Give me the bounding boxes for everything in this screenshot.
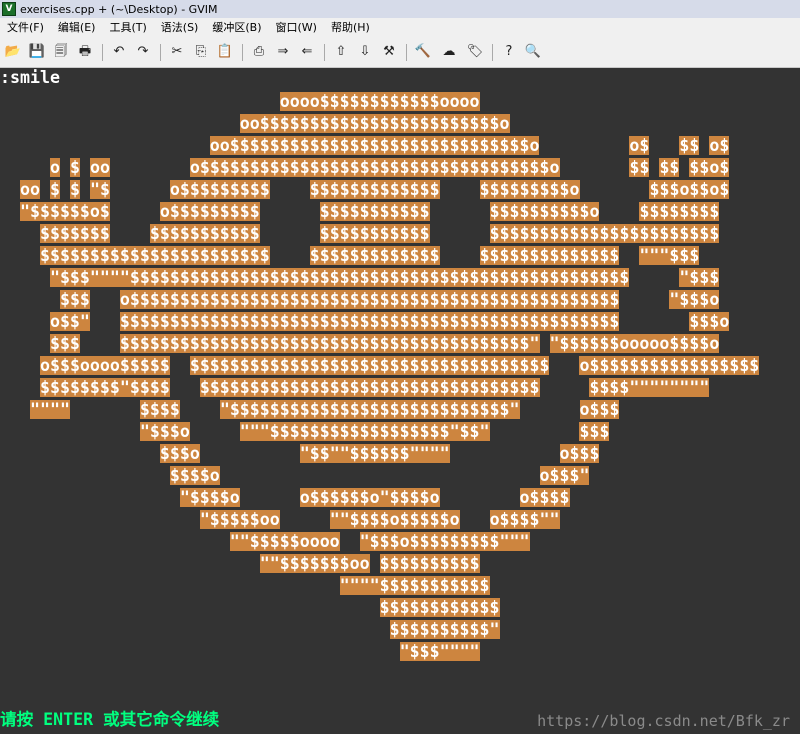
open-icon[interactable]: 📂 bbox=[4, 43, 22, 61]
ascii-art-line: "$$$"""" bbox=[399, 642, 480, 661]
ascii-art-line: "$$$$$oo ""$$$$o$$$$$o o$$$$"" bbox=[199, 510, 560, 529]
ascii-art-line: o$$" $$$$$$$$$$$$$$$$$$$$$$$$$$$$$$$$$$$… bbox=[49, 312, 730, 331]
ascii-art-line: """" $$$$ "$$$$$$$$$$$$$$$$$$$$$$$$$$$$"… bbox=[29, 400, 620, 419]
toolbar-separator bbox=[102, 44, 103, 61]
toolbar-separator bbox=[324, 44, 325, 61]
menu-bar: 文件(F) 编辑(E) 工具(T) 语法(S) 缓冲区(B) 窗口(W) 帮助(… bbox=[0, 18, 800, 38]
find-replace-icon[interactable]: ⎙ bbox=[250, 43, 268, 61]
menu-help[interactable]: 帮助(H) bbox=[324, 18, 377, 38]
save-session-icon[interactable]: ⇩ bbox=[356, 43, 374, 61]
ascii-art-line: o $ oo o$$$$$$$$$$$$$$$$$$$$$$$$$$$$$$$$… bbox=[49, 158, 730, 177]
ascii-art-line: $$$$$$$ $$$$$$$$$$$ $$$$$$$$$$$ $$$$$$$$… bbox=[39, 224, 720, 243]
menu-edit[interactable]: 编辑(E) bbox=[51, 18, 103, 38]
ascii-art-line: oooo$$$$$$$$$$$$oooo bbox=[279, 92, 480, 111]
editor-area[interactable]: :smile oooo$$$$$$$$$$$$oooo oo$$$$$$$$$$… bbox=[0, 68, 800, 734]
ascii-art-line: "$$$$$$o$ o$$$$$$$$$ $$$$$$$$$$$ $$$$$$$… bbox=[19, 202, 720, 221]
ascii-art-line: "$$$""""$$$$$$$$$$$$$$$$$$$$$$$$$$$$$$$$… bbox=[49, 268, 720, 287]
watermark: https://blog.csdn.net/Bfk_zr bbox=[537, 712, 790, 730]
ascii-art-line: o$$$oooo$$$$$ $$$$$$$$$$$$$$$$$$$$$$$$$$… bbox=[39, 356, 760, 375]
ascii-art-line: $$$$o o$$$" bbox=[169, 466, 590, 485]
command-line: :smile bbox=[0, 68, 60, 87]
print-icon[interactable]: 🖶 bbox=[76, 43, 94, 61]
cut-icon[interactable]: ✂ bbox=[168, 43, 186, 61]
redo-icon[interactable]: ↷ bbox=[134, 43, 152, 61]
shell-icon[interactable]: ☁ bbox=[440, 43, 458, 61]
copy-icon[interactable]: ⎘ bbox=[192, 43, 210, 61]
title-bar: V exercises.cpp + (~\Desktop) - GVIM bbox=[0, 0, 800, 18]
ascii-art-line: oo$$$$$$$$$$$$$$$$$$$$$$$$$$$$$$o o$ $$ … bbox=[209, 136, 730, 155]
gvim-app-icon: V bbox=[2, 2, 16, 16]
ascii-art-line: oo$$$$$$$$$$$$$$$$$$$$$$$$o bbox=[239, 114, 510, 133]
find-next-icon[interactable]: ⇒ bbox=[274, 43, 292, 61]
menu-buffers[interactable]: 缓冲区(B) bbox=[205, 18, 268, 38]
menu-window[interactable]: 窗口(W) bbox=[269, 18, 324, 38]
ascii-art-line: "$$$$o o$$$$$$o"$$$$o o$$$$ bbox=[179, 488, 570, 507]
tags-icon[interactable]: 🏷 bbox=[466, 43, 484, 61]
paste-icon[interactable]: 📋 bbox=[216, 43, 234, 61]
hit-enter-prompt: 请按 ENTER 或其它命令继续 bbox=[0, 710, 220, 729]
ascii-art-line: $$$ o$$$$$$$$$$$$$$$$$$$$$$$$$$$$$$$$$$$… bbox=[59, 290, 720, 309]
menu-tools[interactable]: 工具(T) bbox=[102, 18, 153, 38]
save-all-icon[interactable]: 🗐 bbox=[52, 43, 70, 61]
load-session-icon[interactable]: ⇧ bbox=[332, 43, 350, 61]
ascii-art-line: $$$$$$$$$$$$$$$$$$$$$$$ $$$$$$$$$$$$$ $$… bbox=[39, 246, 700, 265]
ascii-art-line: oo $ $ "$ o$$$$$$$$$ $$$$$$$$$$$$$ $$$$$… bbox=[19, 180, 730, 199]
toolbar-separator bbox=[492, 44, 493, 61]
ascii-art-line: $$$o "$$""$$$$$$"""" o$$$ bbox=[159, 444, 600, 463]
ascii-art-line: $$$$$$$$$$" bbox=[389, 620, 500, 639]
ascii-art-line: $$$$$$$$"$$$$ $$$$$$$$$$$$$$$$$$$$$$$$$$… bbox=[39, 378, 710, 397]
help-icon[interactable]: ? bbox=[500, 43, 518, 61]
save-icon[interactable]: 💾 bbox=[28, 43, 46, 61]
ascii-art-line: """"$$$$$$$$$$$ bbox=[339, 576, 490, 595]
ascii-art-line: ""$$$$$oooo "$$$o$$$$$$$$$""" bbox=[229, 532, 530, 551]
menu-file[interactable]: 文件(F) bbox=[0, 18, 51, 38]
toolbar: 📂 💾 🗐 🖶 ↶ ↷ ✂ ⎘ 📋 ⎙ ⇒ ⇐ ⇧ ⇩ ⚒ 🔨 ☁ 🏷? 🔍 bbox=[0, 38, 800, 68]
toolbar-separator bbox=[406, 44, 407, 61]
toolbar-separator bbox=[242, 44, 243, 61]
ascii-art-line: $$$$$$$$$$$$ bbox=[379, 598, 500, 617]
run-script-icon[interactable]: ⚒ bbox=[380, 43, 398, 61]
find-prev-icon[interactable]: ⇐ bbox=[298, 43, 316, 61]
ascii-art-line: $$$ $$$$$$$$$$$$$$$$$$$$$$$$$$$$$$$$$$$$… bbox=[49, 334, 720, 353]
ascii-art-line: ""$$$$$$$oo $$$$$$$$$$ bbox=[259, 554, 480, 573]
search-help-icon[interactable]: 🔍 bbox=[524, 43, 542, 61]
window-title: exercises.cpp + (~\Desktop) - GVIM bbox=[20, 2, 218, 16]
make-icon[interactable]: 🔨 bbox=[414, 43, 432, 61]
ascii-art-output: :smile oooo$$$$$$$$$$$$oooo oo$$$$$$$$$$… bbox=[0, 68, 800, 734]
ascii-art-line: "$$$o """$$$$$$$$$$$$$$$$$$"$$" $$$ bbox=[139, 422, 610, 441]
menu-syntax[interactable]: 语法(S) bbox=[154, 18, 206, 38]
undo-icon[interactable]: ↶ bbox=[110, 43, 128, 61]
toolbar-separator bbox=[160, 44, 161, 61]
